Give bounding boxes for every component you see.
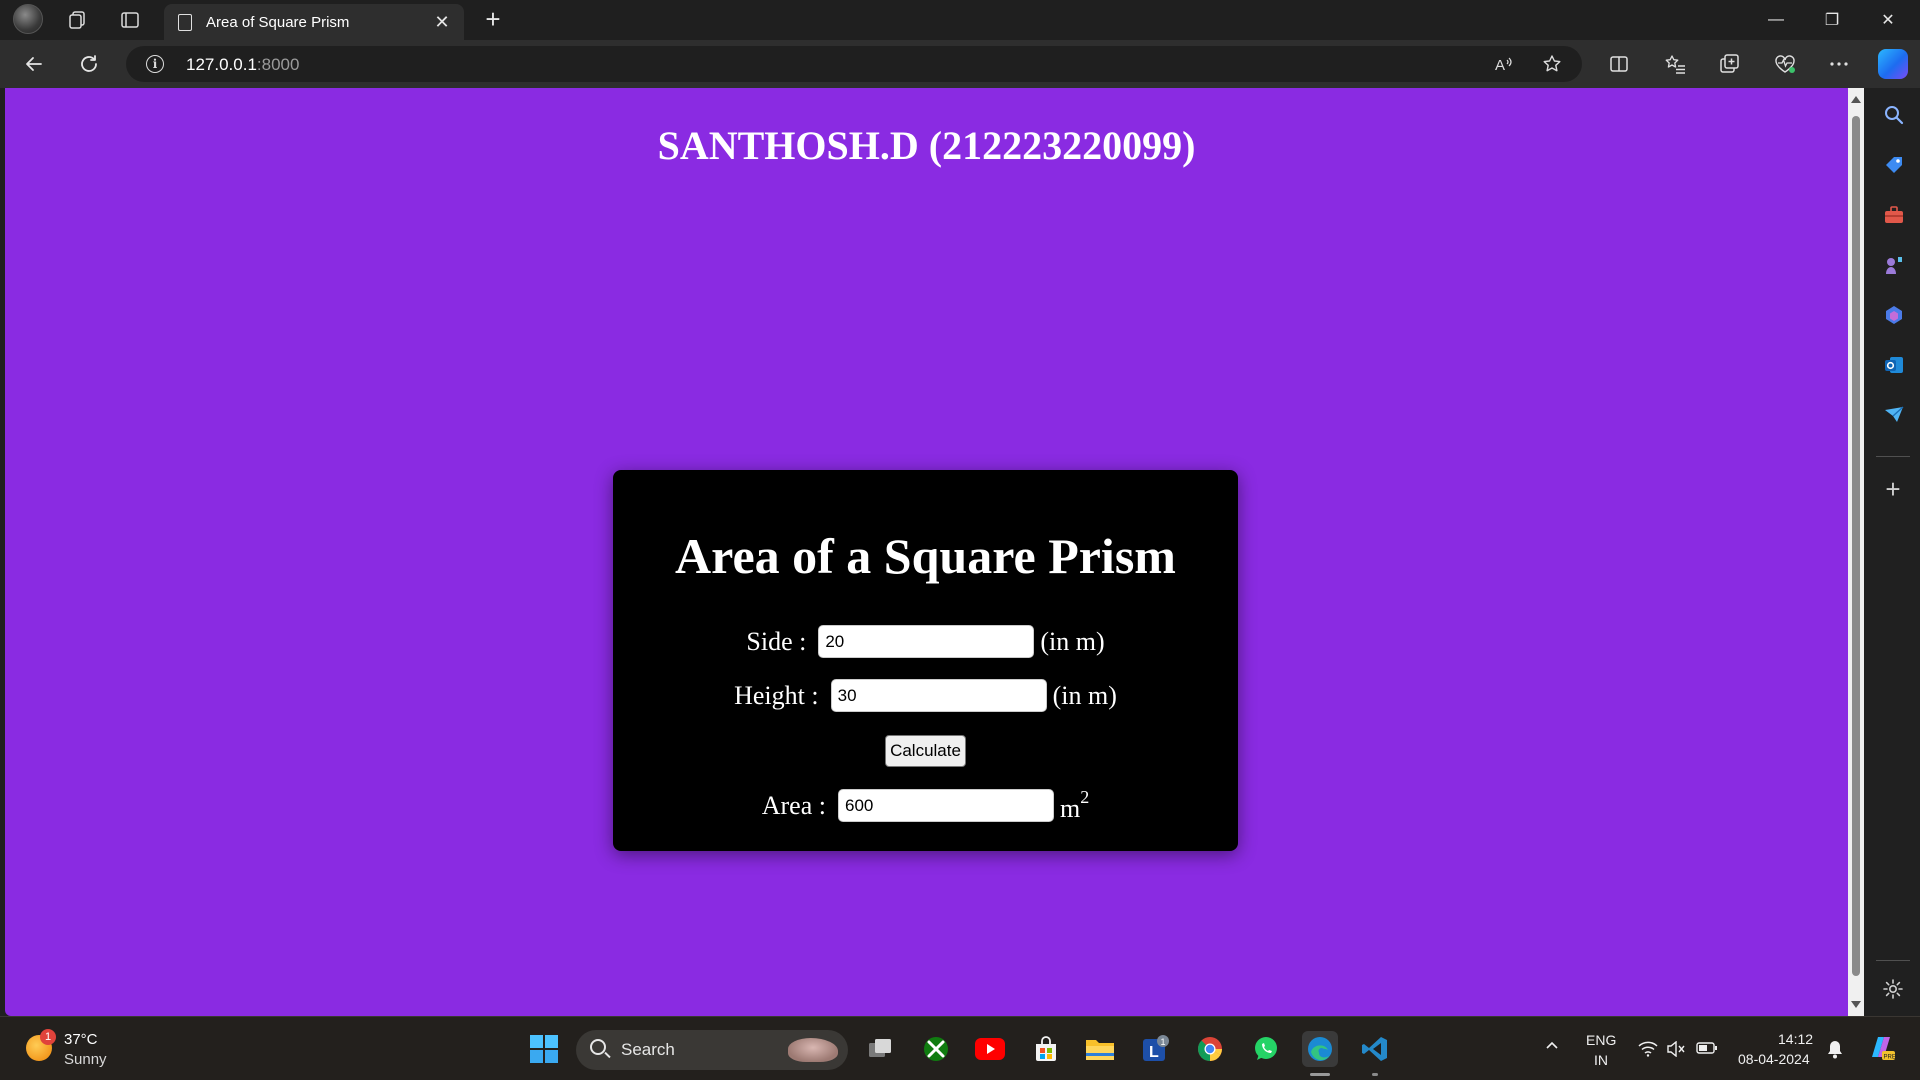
scrollbar-thumb[interactable] xyxy=(1852,116,1860,976)
area-unit-base: m xyxy=(1060,794,1081,823)
refresh-icon[interactable] xyxy=(71,48,107,80)
language-top[interactable]: ENG xyxy=(1586,1032,1616,1048)
volume-muted-icon[interactable] xyxy=(1666,1040,1686,1061)
notifications-bell-icon[interactable] xyxy=(1826,1039,1844,1063)
height-input[interactable] xyxy=(830,679,1047,712)
games-icon[interactable] xyxy=(1883,254,1905,276)
height-label: Height : xyxy=(734,680,819,710)
workspaces-icon[interactable] xyxy=(63,6,91,34)
windows-taskbar: 1 37°C Sunny Search L1 ENG IN 14:12 08-0… xyxy=(0,1016,1920,1080)
split-screen-icon[interactable] xyxy=(1604,50,1634,78)
favorite-star-icon[interactable] xyxy=(1538,50,1566,78)
scroll-down-arrow[interactable] xyxy=(1851,1001,1861,1008)
address-bar[interactable]: i 127.0.0.1:8000 A xyxy=(126,46,1582,82)
area-row: Area : m2 xyxy=(613,787,1238,824)
calculate-button[interactable]: Calculate xyxy=(885,735,966,767)
page-heading: SANTHOSH.D (212223220099) xyxy=(657,123,1196,168)
page-scrollbar[interactable] xyxy=(1848,88,1864,1016)
show-hidden-icons-chevron[interactable] xyxy=(1544,1037,1560,1058)
svg-text:PRE: PRE xyxy=(1884,1055,1896,1061)
card-title: Area of a Square Prism xyxy=(675,528,1176,584)
side-unit: (in m) xyxy=(1040,626,1105,656)
tab-actions-icon[interactable] xyxy=(116,6,144,34)
settings-and-more-icon[interactable] xyxy=(1824,50,1854,78)
height-unit: (in m) xyxy=(1052,680,1117,710)
battery-icon[interactable] xyxy=(1696,1041,1718,1059)
language-bottom[interactable]: IN xyxy=(1594,1052,1608,1068)
lens-badge-count: 1 xyxy=(1161,1037,1166,1047)
vscode-running-indicator xyxy=(1372,1073,1378,1076)
vscode-icon[interactable] xyxy=(1357,1031,1393,1067)
sidebar-divider-bottom xyxy=(1876,960,1910,961)
search-icon xyxy=(590,1039,606,1055)
task-view-icon[interactable] xyxy=(862,1031,898,1067)
search-placeholder: Search xyxy=(621,1040,675,1059)
read-aloud-icon[interactable]: A xyxy=(1490,50,1518,78)
title-bar: Area of Square Prism ✕ + — ❐ ✕ xyxy=(0,0,1920,40)
copilot-icon[interactable] xyxy=(1878,49,1908,79)
site-info-icon[interactable]: i xyxy=(146,55,164,73)
whatsapp-icon[interactable] xyxy=(1248,1031,1284,1067)
close-tab-icon[interactable]: ✕ xyxy=(430,10,454,34)
sidebar-divider xyxy=(1876,456,1910,457)
restore-button[interactable]: ❐ xyxy=(1804,0,1860,40)
collections-icon[interactable] xyxy=(1715,50,1745,78)
svg-text:A: A xyxy=(1495,57,1505,74)
add-sidebar-app-icon[interactable]: + xyxy=(1880,474,1906,504)
outlook-icon[interactable] xyxy=(1883,354,1905,376)
youtube-icon[interactable] xyxy=(972,1031,1008,1067)
browser-essentials-icon[interactable] xyxy=(1770,50,1800,78)
file-explorer-icon[interactable] xyxy=(1082,1031,1118,1067)
window-close-button[interactable]: ✕ xyxy=(1860,0,1916,40)
search-highlight-image xyxy=(788,1038,838,1062)
url-text[interactable]: 127.0.0.1:8000 xyxy=(186,55,299,75)
favorites-icon[interactable] xyxy=(1660,50,1690,78)
page-viewport: SANTHOSH.D (212223220099) Area of a Squa… xyxy=(5,88,1848,1016)
edge-running-indicator xyxy=(1310,1073,1330,1076)
tab-area-of-square-prism[interactable]: Area of Square Prism ✕ xyxy=(164,4,464,40)
wifi-icon[interactable] xyxy=(1638,1041,1658,1061)
document-icon xyxy=(178,13,192,31)
copilot-taskbar-icon[interactable]: PRE xyxy=(1866,1033,1896,1067)
navigation-bar: i 127.0.0.1:8000 A xyxy=(0,40,1920,88)
minimize-button[interactable]: — xyxy=(1748,0,1804,40)
weather-temperature[interactable]: 37°C xyxy=(64,1031,98,1048)
send-drop-icon[interactable] xyxy=(1883,404,1905,426)
side-input[interactable] xyxy=(818,625,1035,658)
url-port: :8000 xyxy=(256,55,300,74)
microsoft-365-icon[interactable] xyxy=(1883,304,1905,326)
clock-time[interactable]: 14:12 xyxy=(1778,1031,1813,1047)
microsoft-store-icon[interactable] xyxy=(1028,1031,1064,1067)
edge-browser-icon[interactable] xyxy=(1302,1031,1338,1067)
area-label: Area : xyxy=(761,790,826,820)
side-row: Side : (in m) xyxy=(613,625,1238,658)
tab-title: Area of Square Prism xyxy=(206,13,350,31)
new-tab-button[interactable]: + xyxy=(478,4,508,34)
shopping-tag-icon[interactable] xyxy=(1883,154,1905,176)
profile-avatar[interactable] xyxy=(13,4,43,34)
lens-app-icon[interactable]: L1 xyxy=(1137,1031,1173,1067)
area-unit-exponent: 2 xyxy=(1080,787,1090,807)
search-icon[interactable] xyxy=(1883,104,1905,126)
chrome-icon[interactable] xyxy=(1192,1031,1228,1067)
weather-badge: 1 xyxy=(40,1029,56,1045)
taskbar-search[interactable]: Search xyxy=(576,1030,848,1070)
tools-briefcase-icon[interactable] xyxy=(1883,204,1905,226)
area-output[interactable] xyxy=(838,789,1054,822)
side-label: Side : xyxy=(746,626,807,656)
edge-sidebar: + xyxy=(1866,88,1920,1016)
xbox-icon[interactable] xyxy=(918,1031,954,1067)
url-host: 127.0.0.1 xyxy=(186,55,257,74)
svg-text:L: L xyxy=(1149,1044,1159,1061)
weather-condition[interactable]: Sunny xyxy=(64,1051,107,1068)
height-row: Height : (in m) xyxy=(613,679,1238,712)
area-unit: m2 xyxy=(1060,787,1089,824)
back-icon[interactable] xyxy=(16,48,52,80)
clock-date[interactable]: 08-04-2024 xyxy=(1738,1051,1810,1067)
sidebar-settings-icon[interactable] xyxy=(1880,976,1906,1002)
calculator-card: Area of a Square Prism Side : (in m) Hei… xyxy=(613,470,1238,851)
scroll-up-arrow[interactable] xyxy=(1851,96,1861,103)
windows-start-icon[interactable] xyxy=(526,1031,562,1067)
